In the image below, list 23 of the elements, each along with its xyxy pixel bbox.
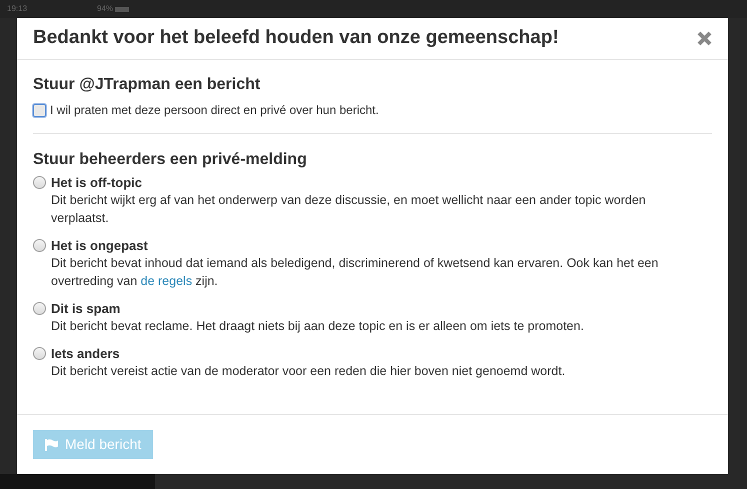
- section-heading: Stuur beheerders een privé-melding: [33, 150, 308, 170]
- option-title: Iets anders: [51, 345, 121, 362]
- option-title: Dit is spam: [51, 300, 122, 317]
- status-time: 19:13: [7, 3, 28, 15]
- dialog-title: Bedankt voor het beleefd houden van onze gemeenschap!: [33, 26, 559, 50]
- rules-link[interactable]: de regels: [140, 274, 192, 288]
- option-description: Dit bericht bevat inhoud dat iemand als beledigend, discriminerend of kwetsend kan ervaren. Ook kan het een overtreding van de regels zijn.: [51, 255, 660, 290]
- battery-level: 94%: [97, 3, 114, 15]
- close-icon[interactable]: [697, 31, 712, 46]
- option-description: Dit bericht vereist actie van de moderator voor een reden die hier boven niet genoemd wordt.: [51, 363, 566, 380]
- section-heading: Stuur @JTrapman een bericht: [33, 75, 262, 95]
- option-description: Dit bericht wijkt erg af van het onderwerp van deze discussie, en moet wellicht naar een ander topic worden verplaatst.: [51, 192, 647, 227]
- radio-button[interactable]: [33, 239, 46, 252]
- checkbox-label: I wil praten met deze persoon direct en privé over hun bericht.: [50, 102, 379, 119]
- radio-button[interactable]: [33, 302, 46, 315]
- radio-button[interactable]: [33, 347, 46, 360]
- radio-button[interactable]: [33, 176, 46, 189]
- option-title: Het is off-topic: [51, 174, 143, 191]
- option-title: Het is ongepast: [51, 237, 149, 254]
- flag-icon: [45, 438, 59, 450]
- battery-icon: [115, 6, 130, 12]
- option-description: Dit bericht bevat reclame. Het draagt niets bij aan deze topic en is er alleen om iets te promoten.: [51, 318, 585, 335]
- checkbox[interactable]: [33, 104, 46, 116]
